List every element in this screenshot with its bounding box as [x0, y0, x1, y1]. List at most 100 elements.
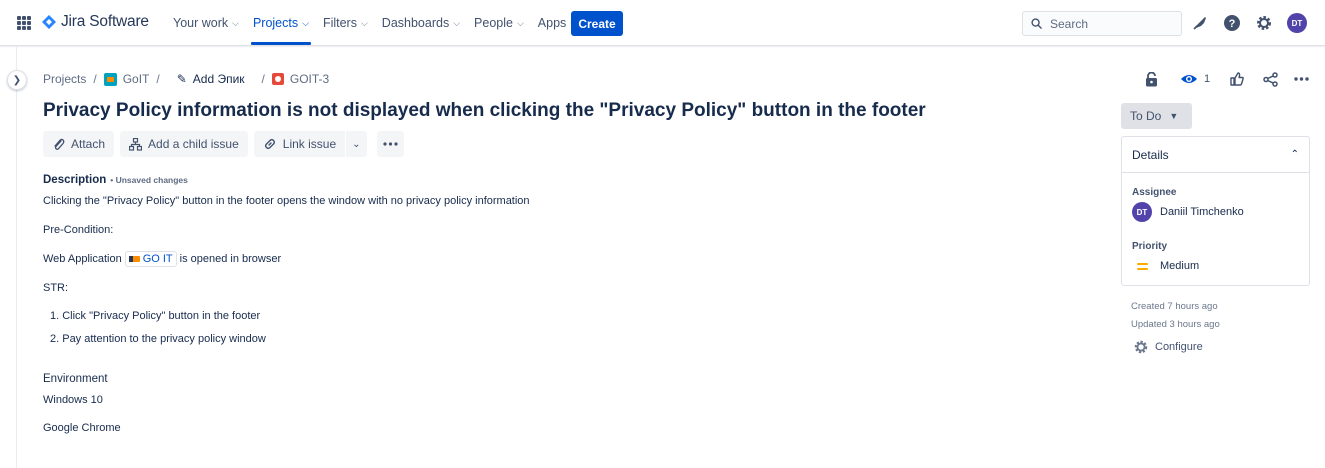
jira-logo[interactable]: Jira Software: [42, 13, 149, 31]
add-child-issue-button[interactable]: Add a child issue: [120, 131, 248, 157]
breadcrumb-projects[interactable]: Projects: [43, 72, 86, 86]
environment-heading: Environment: [43, 373, 108, 385]
nav-projects[interactable]: Projects ⌵: [246, 0, 316, 46]
bug-icon: [271, 73, 284, 85]
pencil-icon: ✎: [176, 72, 187, 86]
link-issue-group: Link issue ⌄: [253, 131, 367, 157]
issue-actions: Attach Add a child issue Link issue ⌄: [43, 131, 404, 157]
issue-title[interactable]: Privacy Policy information is not displa…: [43, 100, 926, 122]
link-issue-label: Link issue: [282, 137, 337, 151]
assignee-name: Daniil Timchenko: [1160, 206, 1244, 218]
breadcrumb-project[interactable]: GoIT: [103, 72, 150, 86]
hierarchy-icon: [129, 137, 143, 151]
go-it-inline-link[interactable]: GO IT: [124, 251, 177, 267]
precondition-label[interactable]: Pre-Condition:: [43, 224, 113, 236]
like-icon[interactable]: [1228, 70, 1246, 88]
share-icon[interactable]: [1261, 70, 1279, 88]
chevron-down-icon: ⌵: [360, 17, 368, 28]
updated-timestamp: Updated 3 hours ago: [1131, 319, 1220, 330]
add-child-issue-label: Add a child issue: [148, 137, 239, 151]
nav-dashboards[interactable]: Dashboards ⌵: [375, 0, 467, 46]
configure-button[interactable]: Configure: [1133, 339, 1203, 355]
step-item[interactable]: 1. Click "Privacy Policy" button in the …: [50, 310, 260, 322]
create-button[interactable]: Create: [571, 11, 623, 36]
link-issue-button[interactable]: Link issue: [253, 131, 346, 157]
breadcrumb-separator: /: [261, 72, 265, 86]
chevron-down-icon: ▼: [1169, 111, 1179, 121]
breadcrumb-separator: /: [93, 72, 97, 86]
notifications-icon[interactable]: [1190, 13, 1210, 33]
watchers-count: 1: [1203, 73, 1211, 85]
nav-label: Your work: [173, 16, 229, 30]
priority-medium-icon: [1132, 256, 1152, 276]
link-issue-dropdown[interactable]: ⌄: [346, 131, 367, 157]
status-dropdown[interactable]: To Do ▼: [1121, 103, 1192, 129]
step-item[interactable]: 2. Pay attention to the privacy policy w…: [50, 333, 266, 345]
jira-diamond-icon: [42, 15, 56, 29]
svg-text:?: ?: [1229, 18, 1236, 30]
nav-filters[interactable]: Filters ⌵: [316, 0, 375, 46]
attach-button[interactable]: Attach: [43, 131, 115, 157]
sidebar-collapsed: [0, 46, 17, 468]
ellipsis-icon: [382, 142, 398, 146]
breadcrumb-issue[interactable]: GOIT-3: [271, 72, 330, 86]
search-icon: [1031, 18, 1042, 29]
description-line[interactable]: Clicking the "Privacy Policy" button in …: [43, 195, 530, 207]
more-actions-icon[interactable]: [1292, 70, 1310, 88]
description-heading: Description • Unsaved changes: [43, 174, 188, 186]
primary-nav: Your work ⌵ Projects ⌵ Filters ⌵ Dashboards…: [166, 0, 584, 46]
breadcrumb-issue-key: GOIT-3: [289, 72, 330, 86]
app-switcher-icon[interactable]: [17, 16, 31, 30]
breadcrumb-epic-label: Add Эпик: [192, 72, 245, 86]
nav-your-work[interactable]: Your work ⌵: [166, 0, 246, 46]
details-header[interactable]: Details ⌃: [1122, 137, 1309, 173]
nav-label: Apps: [537, 16, 567, 30]
user-avatar[interactable]: DT: [1287, 13, 1307, 33]
assignee-avatar: DT: [1132, 202, 1152, 222]
web-application-line[interactable]: Web Application GO IT is opened in brows…: [43, 251, 281, 267]
breadcrumb-project-label: GoIT: [122, 72, 150, 86]
nav-people[interactable]: People ⌵: [467, 0, 531, 46]
assignee-field[interactable]: DT Daniil Timchenko: [1132, 202, 1244, 222]
breadcrumb-add-epic[interactable]: ✎ Add Эпик: [177, 72, 245, 86]
help-icon[interactable]: ?: [1222, 13, 1242, 33]
search-input[interactable]: Search: [1022, 11, 1182, 36]
breadcrumb: Projects / GoIT / ✎ Add Эпик / GOIT-3: [43, 71, 329, 87]
priority-field[interactable]: Medium: [1132, 256, 1199, 276]
environment-os[interactable]: Windows 10: [43, 394, 103, 406]
environment-browser[interactable]: Google Chrome: [43, 422, 121, 434]
details-panel: Details ⌃ Assignee DT Daniil Timchenko P…: [1121, 136, 1310, 286]
created-timestamp: Created 7 hours ago: [1131, 301, 1218, 312]
top-navigation: Jira Software Your work ⌵ Projects ⌵ Filte…: [0, 0, 1325, 46]
go-it-link-text: GO IT: [142, 253, 173, 265]
nav-label: People: [474, 16, 513, 30]
more-button[interactable]: [376, 131, 404, 157]
nav-label: Projects: [252, 16, 299, 30]
breadcrumb-separator: /: [156, 72, 160, 86]
gear-icon: [1134, 340, 1148, 354]
logo-text: Jira Software: [61, 13, 149, 30]
settings-gear-icon[interactable]: [1254, 13, 1274, 33]
nav-label: Filters: [322, 16, 357, 30]
assignee-label: Assignee: [1132, 187, 1177, 198]
chevron-down-icon: ⌵: [232, 17, 239, 28]
chevron-down-icon: ⌄: [352, 138, 361, 150]
chevron-down-icon: ⌵: [453, 17, 461, 28]
lock-icon[interactable]: [1143, 70, 1159, 88]
paperclip-icon: [54, 138, 65, 150]
unsaved-changes-badge: • Unsaved changes: [110, 175, 188, 185]
details-label: Details: [1132, 147, 1169, 162]
description-label: Description: [43, 174, 107, 186]
link-icon: [264, 138, 275, 150]
chevron-down-icon: ⌵: [302, 17, 309, 28]
priority-value: Medium: [1160, 260, 1200, 272]
status-label: To Do: [1130, 109, 1162, 123]
configure-label: Configure: [1155, 341, 1203, 353]
watchers-button[interactable]: 1: [1178, 70, 1212, 88]
str-label[interactable]: STR:: [43, 282, 68, 294]
search-placeholder: Search: [1050, 16, 1089, 31]
expand-sidebar-button[interactable]: ❯: [7, 70, 27, 90]
attach-label: Attach: [71, 137, 106, 151]
project-mini-icon: [128, 256, 140, 262]
web-app-suffix: is opened in browser: [179, 253, 282, 265]
